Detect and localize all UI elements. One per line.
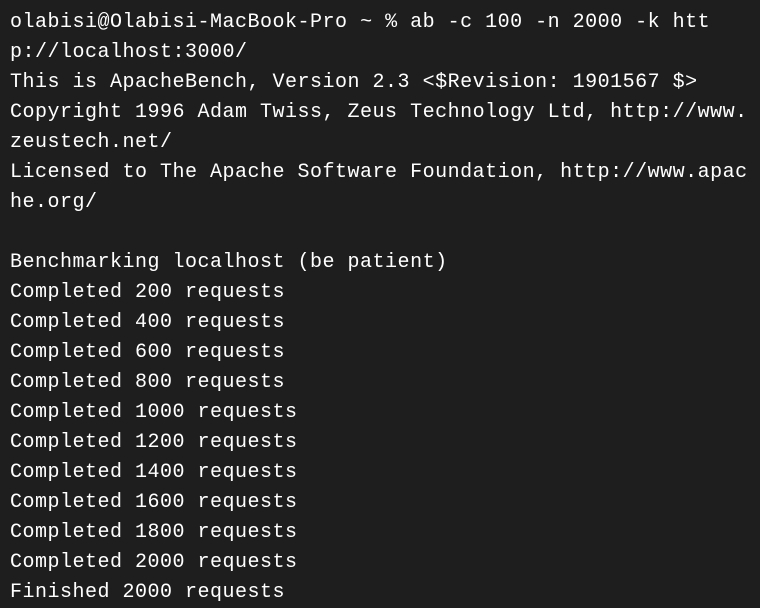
progress-line: Completed 200 requests: [10, 278, 750, 308]
output-header-3: Licensed to The Apache Software Foundati…: [10, 158, 750, 218]
prompt-symbol: %: [385, 11, 398, 34]
progress-line: Completed 600 requests: [10, 338, 750, 368]
progress-line: Completed 400 requests: [10, 308, 750, 338]
progress-line: Completed 1200 requests: [10, 428, 750, 458]
progress-line: Completed 1000 requests: [10, 398, 750, 428]
progress-line: Completed 1800 requests: [10, 518, 750, 548]
blank-line: [10, 218, 750, 248]
prompt-user-host: olabisi@Olabisi-MacBook-Pro: [10, 11, 348, 34]
progress-line: Completed 2000 requests: [10, 548, 750, 578]
output-header-1: This is ApacheBench, Version 2.3 <$Revis…: [10, 68, 750, 98]
progress-line: Completed 1400 requests: [10, 458, 750, 488]
progress-line: Completed 1600 requests: [10, 488, 750, 518]
prompt-path: ~: [360, 11, 373, 34]
terminal-prompt-line[interactable]: olabisi@Olabisi-MacBook-Pro ~ % ab -c 10…: [10, 8, 750, 68]
benchmark-intro: Benchmarking localhost (be patient): [10, 248, 750, 278]
finished-line: Finished 2000 requests: [10, 578, 750, 608]
progress-line: Completed 800 requests: [10, 368, 750, 398]
output-header-2: Copyright 1996 Adam Twiss, Zeus Technolo…: [10, 98, 750, 158]
